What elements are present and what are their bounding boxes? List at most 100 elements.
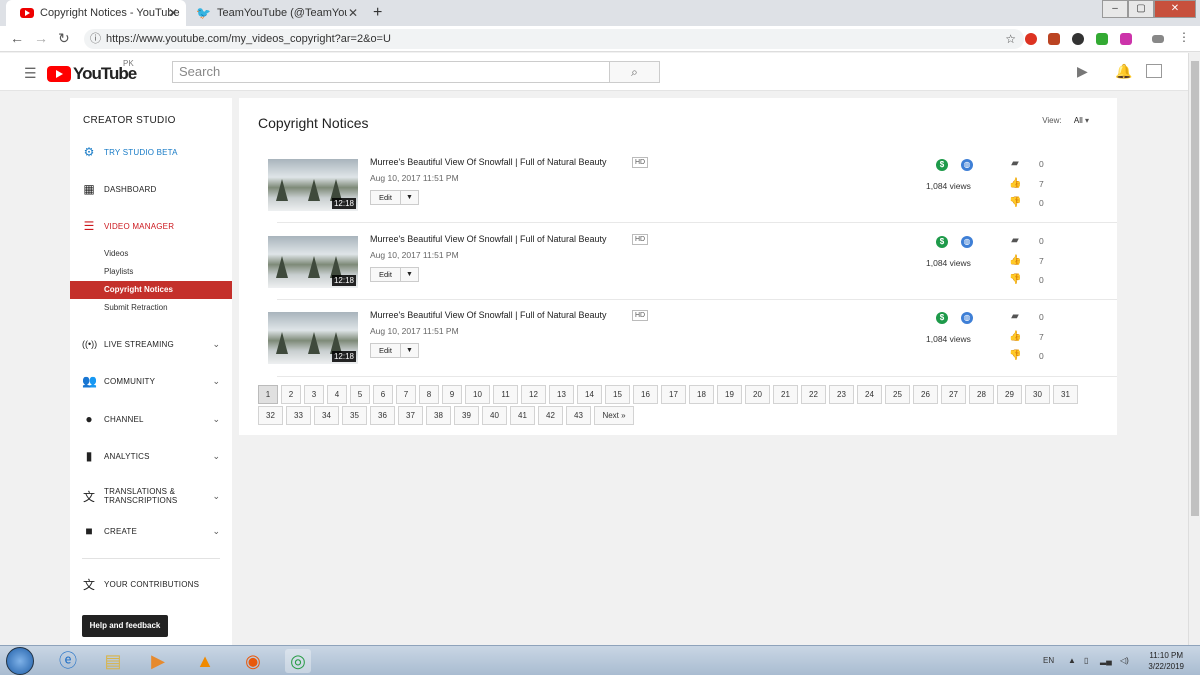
page-scrollbar[interactable] bbox=[1188, 53, 1200, 645]
page-button[interactable]: 7 bbox=[396, 385, 416, 404]
maximize-button[interactable]: ▢ bbox=[1128, 0, 1154, 18]
page-button[interactable]: 42 bbox=[538, 406, 563, 425]
notifications-bell-icon[interactable]: 🔔 bbox=[1115, 63, 1132, 80]
instagram-icon[interactable] bbox=[1120, 33, 1132, 45]
page-button[interactable]: 2 bbox=[281, 385, 301, 404]
page-button[interactable]: 6 bbox=[373, 385, 393, 404]
view-value[interactable]: All bbox=[1074, 116, 1083, 125]
sidebar-subitem-videos[interactable]: Videos bbox=[70, 245, 232, 263]
vlc-icon[interactable]: ▲ bbox=[192, 649, 218, 673]
firefox-icon[interactable]: ◉ bbox=[240, 649, 266, 673]
sidebar-subitem-submit-retraction[interactable]: Submit Retraction bbox=[70, 299, 232, 317]
page-button[interactable]: 24 bbox=[857, 385, 882, 404]
page-button[interactable]: 12 bbox=[521, 385, 546, 404]
forward-icon[interactable]: → bbox=[34, 30, 48, 46]
back-icon[interactable]: ← bbox=[10, 30, 24, 46]
tab-teamyoutube[interactable]: 🐦 TeamYouTube (@TeamYouTube) ✕ bbox=[186, 0, 366, 26]
sidebar-subitem-copyright-notices[interactable]: Copyright Notices bbox=[70, 281, 232, 299]
chrome-icon[interactable]: ◎ bbox=[285, 649, 311, 673]
sidebar-item-live-streaming[interactable]: ((•)) LIVE STREAMING ⌄ bbox=[70, 335, 232, 353]
page-button[interactable]: 13 bbox=[549, 385, 574, 404]
page-button[interactable]: 5 bbox=[350, 385, 370, 404]
menu-icon[interactable]: ⋮ bbox=[1178, 30, 1190, 44]
extension-icon[interactable] bbox=[1025, 33, 1037, 45]
page-button[interactable]: 39 bbox=[454, 406, 479, 425]
page-button[interactable]: 31 bbox=[1053, 385, 1078, 404]
sidebar-item-channel[interactable]: ● CHANNEL ⌄ bbox=[70, 410, 232, 428]
file-explorer-icon[interactable]: ▤ bbox=[100, 649, 126, 673]
signal-icon[interactable]: ▂▄ bbox=[1100, 656, 1112, 665]
page-button[interactable]: 23 bbox=[829, 385, 854, 404]
edit-dropdown-icon[interactable]: ▼ bbox=[399, 344, 418, 357]
page-button[interactable]: 29 bbox=[997, 385, 1022, 404]
edit-button[interactable]: Edit ▼ bbox=[370, 190, 419, 205]
page-button[interactable]: 38 bbox=[426, 406, 451, 425]
page-button[interactable]: 32 bbox=[258, 406, 283, 425]
page-button[interactable]: 16 bbox=[633, 385, 658, 404]
search-input[interactable]: Search bbox=[172, 61, 610, 83]
page-button[interactable]: 17 bbox=[661, 385, 686, 404]
scrollbar-thumb[interactable] bbox=[1191, 61, 1199, 516]
start-button[interactable] bbox=[6, 647, 34, 675]
page-button[interactable]: 27 bbox=[941, 385, 966, 404]
tab-copyright-notices[interactable]: Copyright Notices - YouTube ✕ bbox=[6, 0, 186, 26]
sidebar-item-community[interactable]: 👥 COMMUNITY ⌄ bbox=[70, 372, 232, 390]
page-button[interactable]: 43 bbox=[566, 406, 591, 425]
page-button[interactable]: 30 bbox=[1025, 385, 1050, 404]
page-button[interactable]: 37 bbox=[398, 406, 423, 425]
reload-icon[interactable]: ↻ bbox=[58, 30, 70, 47]
video-thumbnail[interactable]: 12:18 bbox=[268, 312, 358, 364]
video-thumbnail[interactable]: 12:18 bbox=[268, 236, 358, 288]
battery-icon[interactable]: ▯ bbox=[1084, 656, 1088, 665]
page-button[interactable]: 33 bbox=[286, 406, 311, 425]
info-icon[interactable]: ⓘ bbox=[90, 29, 101, 49]
sidebar-item-video-manager[interactable]: ☰ VIDEO MANAGER bbox=[70, 217, 232, 235]
url-field[interactable]: ⓘ https://www.youtube.com/my_videos_copy… bbox=[84, 29, 1024, 49]
video-thumbnail[interactable]: 12:18 bbox=[268, 159, 358, 211]
media-player-icon[interactable]: ▶ bbox=[145, 649, 171, 673]
edit-dropdown-icon[interactable]: ▼ bbox=[399, 191, 418, 204]
bookmark-star-icon[interactable]: ☆ bbox=[1005, 29, 1016, 49]
internet-explorer-icon[interactable]: ⓔ bbox=[55, 649, 81, 673]
page-button[interactable]: 3 bbox=[304, 385, 324, 404]
system-clock[interactable]: 11:10 PM 3/22/2019 bbox=[1148, 650, 1184, 672]
page-button[interactable]: 19 bbox=[717, 385, 742, 404]
sidebar-item-dashboard[interactable]: ▦ DASHBOARD bbox=[70, 180, 232, 198]
edit-button[interactable]: Edit ▼ bbox=[370, 343, 419, 358]
page-button-current[interactable]: 1 bbox=[258, 385, 278, 404]
new-tab-button[interactable]: + bbox=[373, 4, 382, 22]
tray-arrow-icon[interactable]: ▲ bbox=[1068, 656, 1076, 665]
language-indicator[interactable]: EN bbox=[1043, 656, 1054, 665]
page-button[interactable]: 15 bbox=[605, 385, 630, 404]
close-window-button[interactable]: ✕ bbox=[1154, 0, 1196, 18]
page-button[interactable]: 41 bbox=[510, 406, 535, 425]
sidebar-item-try-studio-beta[interactable]: ⚙ TRY STUDIO BETA bbox=[70, 143, 232, 161]
page-button[interactable]: 21 bbox=[773, 385, 798, 404]
page-button[interactable]: 22 bbox=[801, 385, 826, 404]
page-button[interactable]: 4 bbox=[327, 385, 347, 404]
close-tab-icon[interactable]: ✕ bbox=[348, 6, 358, 20]
page-button[interactable]: 25 bbox=[885, 385, 910, 404]
video-title[interactable]: Murree's Beautiful View Of Snowfall | Fu… bbox=[370, 157, 607, 167]
extension-icon[interactable] bbox=[1152, 35, 1164, 43]
sidebar-item-your-contributions[interactable]: 文 YOUR CONTRIBUTIONS bbox=[70, 575, 232, 593]
page-button[interactable]: Next » bbox=[594, 406, 634, 425]
extension-icon[interactable] bbox=[1048, 33, 1060, 45]
view-filter[interactable]: View: All ▾ bbox=[1042, 116, 1089, 125]
page-button[interactable]: 26 bbox=[913, 385, 938, 404]
volume-icon[interactable]: ◁) bbox=[1120, 656, 1129, 665]
page-button[interactable]: 35 bbox=[342, 406, 367, 425]
extension-icon[interactable] bbox=[1072, 33, 1084, 45]
page-button[interactable]: 20 bbox=[745, 385, 770, 404]
sidebar-item-analytics[interactable]: ▮ ANALYTICS ⌄ bbox=[70, 447, 232, 465]
page-button[interactable]: 28 bbox=[969, 385, 994, 404]
page-button[interactable]: 14 bbox=[577, 385, 602, 404]
minimize-button[interactable]: – bbox=[1102, 0, 1128, 18]
page-button[interactable]: 9 bbox=[442, 385, 462, 404]
page-button[interactable]: 34 bbox=[314, 406, 339, 425]
extension-icon[interactable] bbox=[1096, 33, 1108, 45]
search-button[interactable]: ⌕ bbox=[609, 61, 660, 83]
upload-video-icon[interactable]: ▶ bbox=[1077, 63, 1088, 80]
help-and-feedback-button[interactable]: Help and feedback bbox=[82, 615, 168, 637]
close-tab-icon[interactable]: ✕ bbox=[168, 6, 178, 20]
